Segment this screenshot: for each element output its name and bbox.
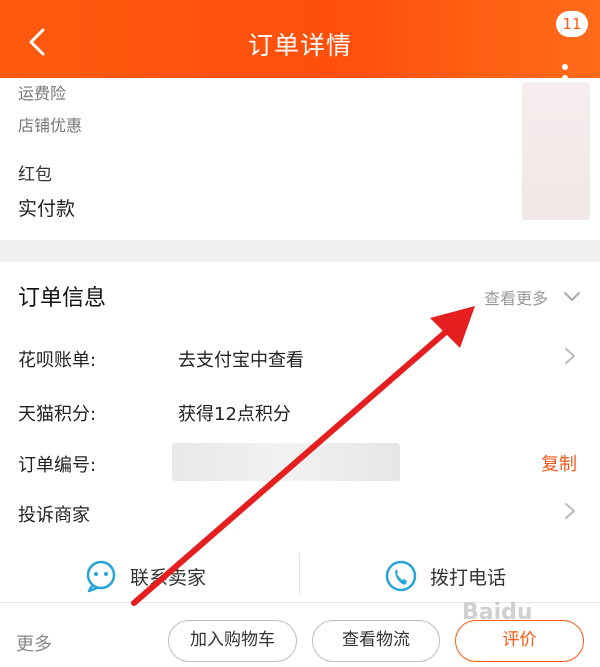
redacted-order-number [172,443,400,481]
chevron-right-icon[interactable] [563,346,577,366]
chevron-right-icon[interactable] [563,501,577,521]
page-title: 订单详情 [247,31,352,60]
copy-button[interactable]: 复制 [541,450,577,476]
info-row-label: 订单编号: [18,455,97,476]
price-row-label: 实付款 [18,198,76,220]
complaint-link[interactable]: 投诉商家 [18,501,90,527]
review-button[interactable]: 评价 [455,620,584,662]
section-divider [0,240,600,262]
phone-icon [385,560,417,592]
contact-divider [299,553,300,595]
notification-badge: 11 [556,11,588,37]
menu-dot-icon [562,64,568,70]
section-title: 订单信息 [18,286,107,311]
price-row-label: 运费险 [18,84,67,103]
price-row-label: 店铺优惠 [18,116,83,135]
add-to-cart-button[interactable]: 加入购物车 [168,620,297,662]
view-logistics-button[interactable]: 查看物流 [312,620,440,662]
info-row-label: 花呗账单: [18,350,97,371]
price-row-label: 红包 [18,165,52,185]
chevron-down-icon[interactable] [562,286,582,306]
redacted-amounts [522,82,590,220]
price-summary [0,78,600,240]
app-header: 订单详情 [0,0,600,78]
info-row-value[interactable]: 去支付宝中查看 [178,346,304,372]
info-row-label: 天猫积分: [18,404,97,425]
more-actions-button[interactable]: 更多 [16,630,52,656]
see-more-link[interactable]: 查看更多 [484,285,548,309]
call-label: 拨打电话 [430,567,507,589]
chat-bubble-icon [86,560,116,593]
info-row-value: 获得12点积分 [178,404,291,425]
watermark: Baidu [462,600,533,625]
contact-seller-label: 联系卖家 [130,567,207,589]
